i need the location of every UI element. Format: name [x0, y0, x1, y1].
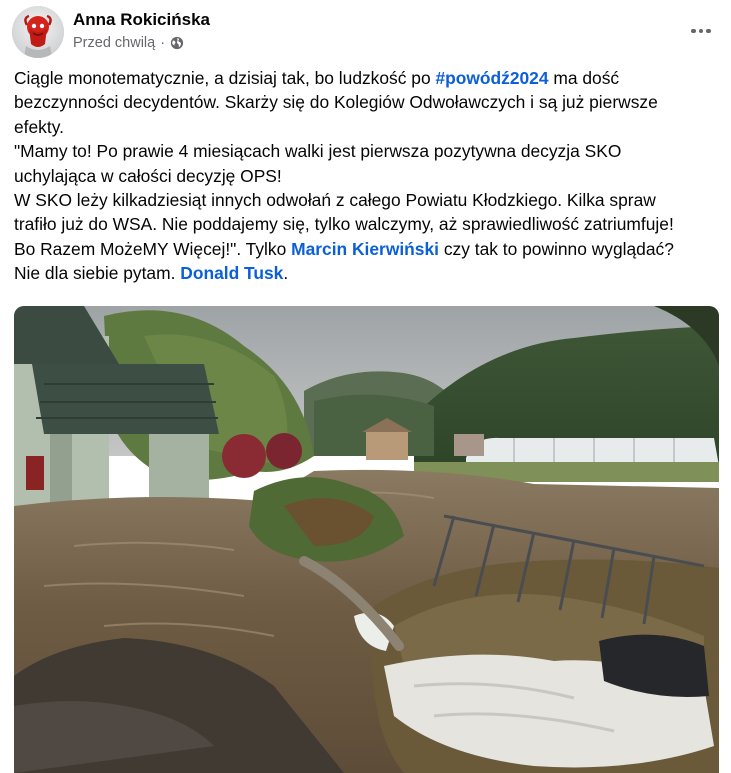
post-text: Ciągle monotematycznie, a dzisiaj tak, b…: [14, 66, 724, 286]
post-text-line: W SKO leży kilkadziesiąt innych odwołań …: [14, 188, 724, 212]
post-text-line: bezczynności decydentów. Skarży się do K…: [14, 90, 724, 114]
text-segment: Bo Razem MożeMY Więcej!". Tylko: [14, 238, 292, 259]
post-photo[interactable]: [14, 306, 719, 773]
post-text-line: Ciągle monotematycznie, a dzisiaj tak, b…: [14, 66, 724, 90]
author-name[interactable]: Anna Rokicińska: [73, 10, 210, 30]
post-meta: Przed chwilą ·: [73, 35, 184, 51]
text-segment: efekty.: [14, 116, 64, 137]
text-segment: czy tak to powinno wyglądać?: [438, 238, 674, 259]
facebook-post: Anna Rokicińska Przed chwilą · Ciągle mo…: [0, 0, 731, 773]
post-text-line: Nie dla siebie pytam. Donald Tusk.: [14, 261, 724, 285]
text-segment: Nie dla siebie pytam.: [14, 263, 181, 284]
text-segment: bezczynności decydentów. Skarży się do K…: [14, 92, 658, 113]
post-text-line: "Mamy to! Po prawie 4 miesiącach walki j…: [14, 139, 724, 163]
more-options-icon[interactable]: [683, 16, 719, 46]
post-text-line: uchylająca w całości decyzję OPS!: [14, 164, 724, 188]
text-segment: .: [283, 263, 289, 284]
text-segment: Ciągle monotematycznie, a dzisiaj tak, b…: [14, 68, 436, 88]
post-header: Anna Rokicińska Przed chwilą ·: [12, 6, 719, 62]
post-text-line: efekty.: [14, 115, 724, 139]
author-avatar[interactable]: [12, 6, 64, 58]
text-segment: W SKO leży kilkadziesiąt innych odwołań …: [14, 190, 656, 211]
text-segment: uchylająca w całości decyzję OPS!: [14, 165, 282, 186]
avatar-image: [12, 6, 64, 58]
meta-separator: ·: [160, 35, 166, 51]
mention-link[interactable]: Marcin Kierwiński: [291, 239, 439, 259]
text-segment: ma dość: [548, 68, 620, 88]
mention-link[interactable]: Donald Tusk: [180, 263, 283, 283]
hashtag-link[interactable]: #powódź2024: [435, 68, 548, 88]
globe-icon[interactable]: [170, 36, 184, 50]
post-text-line: trafiło już do WSA. Nie poddajemy się, t…: [14, 212, 724, 236]
post-time[interactable]: Przed chwilą: [73, 35, 155, 51]
post-text-line: Bo Razem MożeMY Więcej!". Tylko Marcin K…: [14, 237, 724, 261]
flood-photo: [14, 306, 719, 773]
text-segment: trafiło już do WSA. Nie poddajemy się, t…: [14, 214, 674, 235]
text-segment: "Mamy to! Po prawie 4 miesiącach walki j…: [14, 141, 622, 162]
